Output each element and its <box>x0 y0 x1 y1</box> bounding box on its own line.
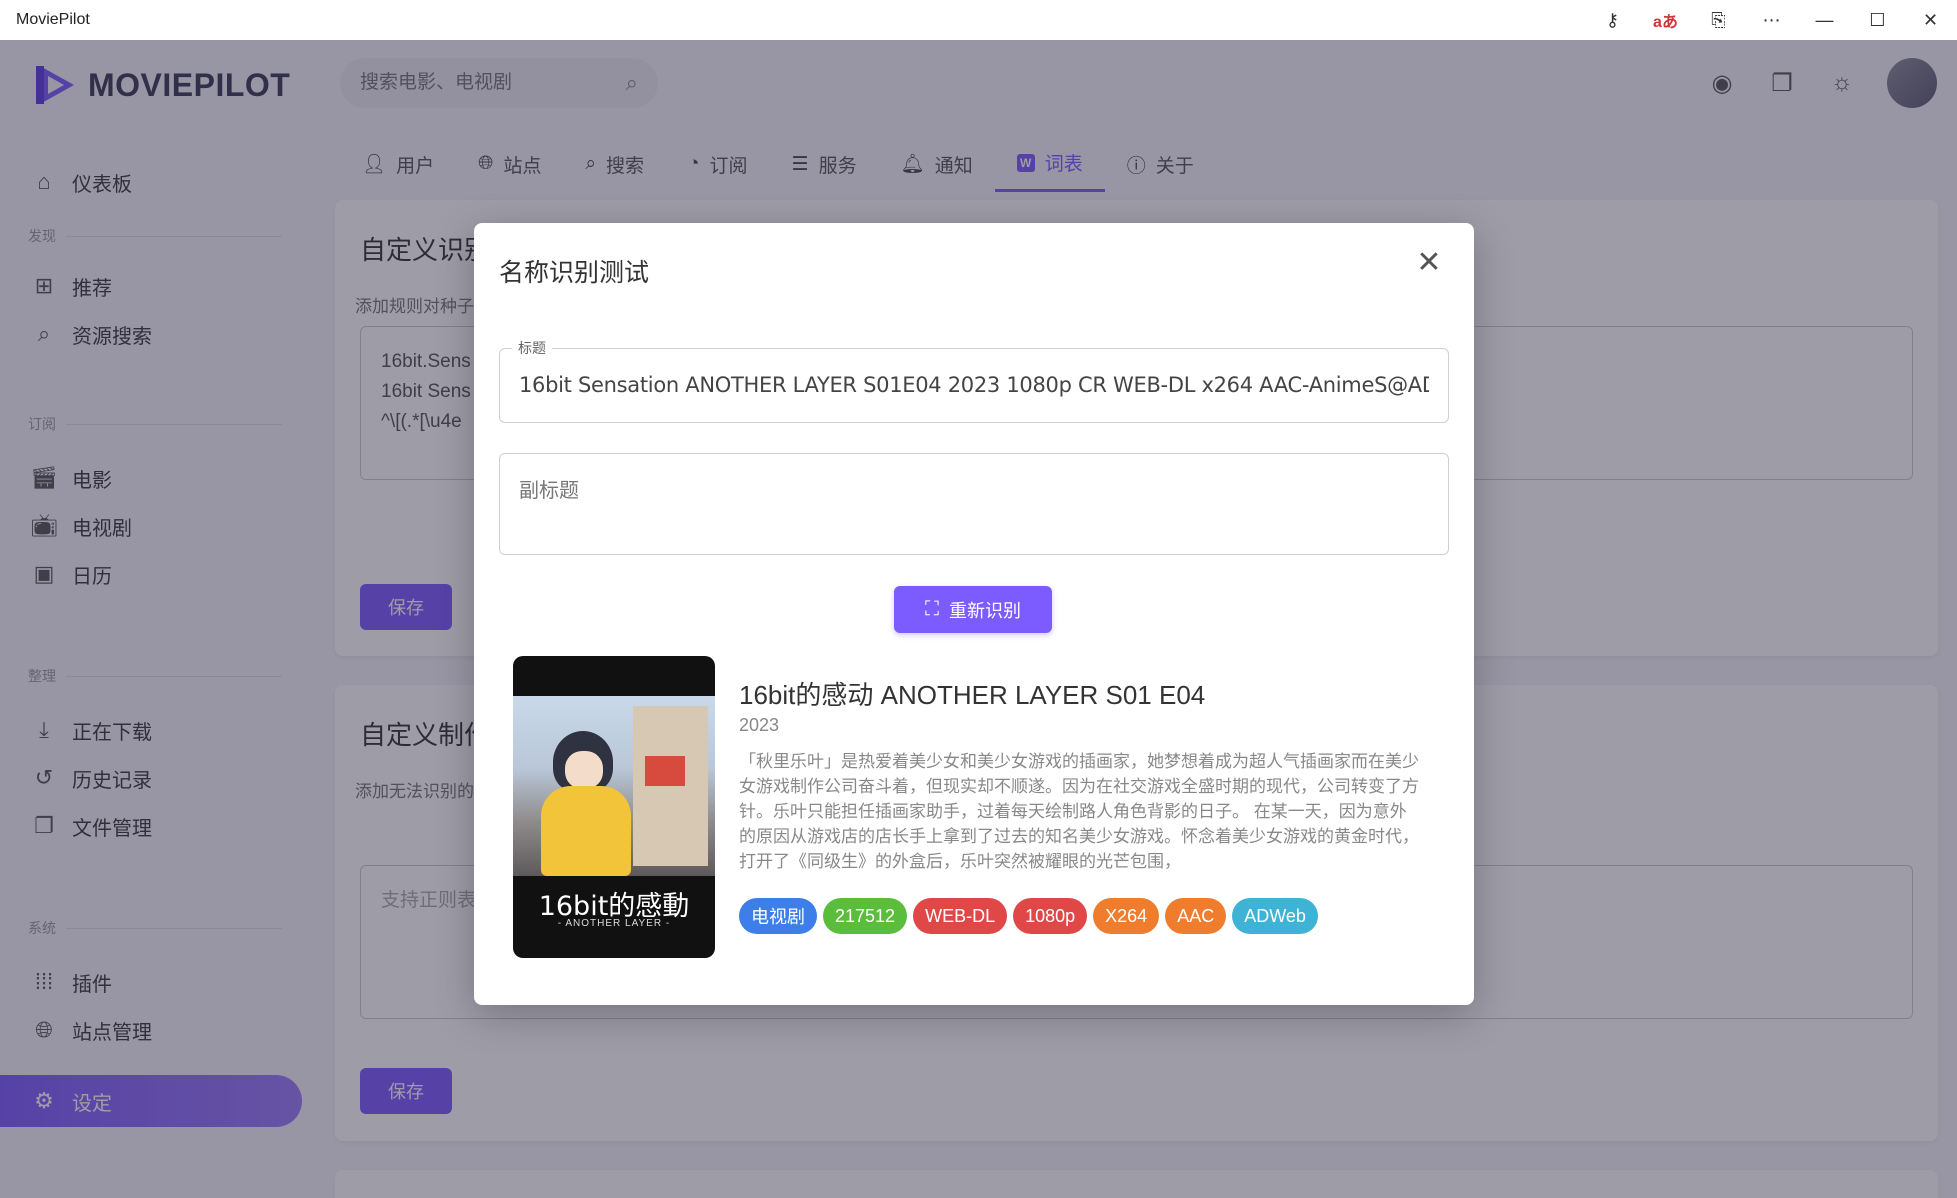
tag-video-codec: X264 <box>1093 898 1160 934</box>
tag-audio-codec: AAC <box>1165 898 1227 934</box>
tag-release-group: ADWeb <box>1232 898 1318 934</box>
poster-character-body <box>541 786 631 876</box>
result-description: 「秋里乐叶」是热爱着美少女和美少女游戏的插画家，她梦想着成为超人气插画家而在美少… <box>739 752 1419 871</box>
title-field[interactable]: 标题 16bit Sensation ANOTHER LAYER S01E04 … <box>499 338 1449 423</box>
tag-media-type: 电视剧 <box>739 898 817 934</box>
poster-sign <box>645 756 685 786</box>
more-icon[interactable]: ⋯ <box>1745 0 1798 40</box>
translate-icon[interactable]: aあ <box>1639 0 1692 40</box>
title-input[interactable]: 16bit Sensation ANOTHER LAYER S01E04 202… <box>519 373 1429 397</box>
poster-building <box>633 706 708 866</box>
window-titlebar: MoviePilot ⚷ aあ ⎘ ⋯ — ☐ ✕ <box>0 0 1957 40</box>
key-icon[interactable]: ⚷ <box>1586 0 1639 40</box>
close-icon[interactable]: ✕ <box>1412 245 1446 279</box>
result-year: 2023 <box>739 715 780 735</box>
name-recognition-dialog: 名称识别测试 ✕ 标题 16bit Sensation ANOTHER LAYE… <box>474 223 1474 1005</box>
tag-tmdb-id: 217512 <box>823 898 908 934</box>
tag-source: WEB-DL <box>913 898 1008 934</box>
close-icon[interactable]: ✕ <box>1904 0 1957 40</box>
maximize-icon[interactable]: ☐ <box>1851 0 1904 40</box>
window-title: MoviePilot <box>16 11 90 28</box>
minimize-icon[interactable]: — <box>1798 0 1851 40</box>
poster-character-face <box>565 751 603 789</box>
poster-image: 16bit的感動 - ANOTHER LAYER - <box>513 656 715 958</box>
subtitle-input[interactable]: 副标题 <box>519 474 579 503</box>
recognize-button-label: 重新识别 <box>949 600 1021 621</box>
poster-subtitle: - ANOTHER LAYER - <box>557 918 671 929</box>
result-title: 16bit的感动 ANOTHER LAYER S01 E04 <box>739 680 1206 710</box>
tag-resolution: 1080p <box>1013 898 1088 934</box>
cast-icon[interactable]: ⎘ <box>1692 0 1745 40</box>
subtitle-field[interactable]: 副标题 <box>499 453 1449 555</box>
scan-icon: ⛶ <box>925 598 939 620</box>
recognize-button[interactable]: ⛶ 重新识别 <box>894 586 1052 633</box>
result-tags: 电视剧 217512 WEB-DL 1080p X264 AAC ADWeb <box>739 898 1318 934</box>
title-field-label: 标题 <box>512 338 552 358</box>
dialog-title: 名称识别测试 <box>499 259 650 287</box>
